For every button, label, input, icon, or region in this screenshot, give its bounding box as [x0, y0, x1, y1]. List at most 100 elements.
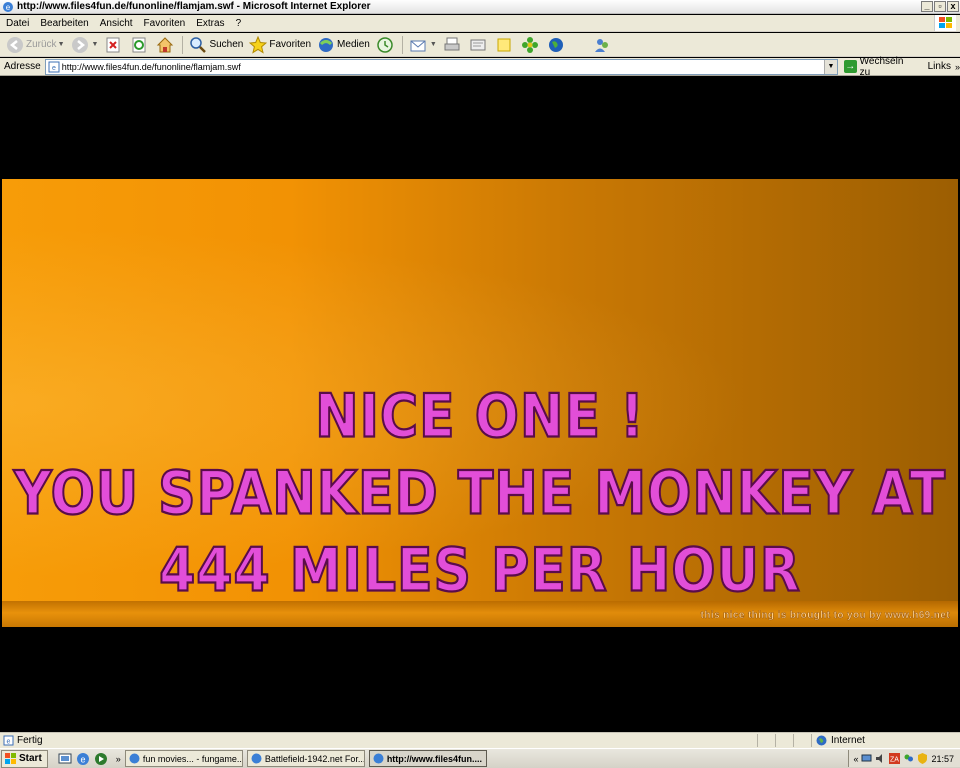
go-arrow-icon: → — [843, 60, 857, 73]
security-zone[interactable]: Internet — [811, 734, 865, 747]
network-users-icon — [594, 38, 608, 52]
links-chevron-icon[interactable]: » — [955, 62, 960, 72]
search-label: Suchen — [209, 39, 244, 50]
svg-text:e: e — [7, 739, 11, 746]
messenger-button[interactable] — [518, 34, 544, 56]
taskbar-button[interactable]: fun movies... - fungame... — [124, 750, 243, 767]
window-controls: _ ▫ x — [921, 1, 959, 12]
page-content: NICE ONE ! YOU SPANKED THE MONKEY AT 444… — [0, 77, 960, 732]
tray-expand-icon[interactable]: « — [853, 754, 858, 764]
history-icon — [377, 36, 393, 53]
discuss-button[interactable] — [492, 34, 518, 56]
title-bar: e http://www.files4fun.de/funonline/flam… — [0, 0, 960, 14]
menu-favorites[interactable]: Favoriten — [144, 18, 186, 29]
ie-window-icon — [129, 753, 140, 764]
security-tray-icon[interactable] — [917, 753, 928, 764]
ie-window-icon — [373, 753, 384, 764]
flash-credit-link[interactable]: this nice thing is brought to you by www… — [700, 610, 950, 621]
media-button[interactable]: Medien — [314, 34, 373, 56]
network-tray-icon[interactable] — [861, 753, 872, 764]
favorites-label: Favoriten — [269, 39, 312, 50]
edit-page-icon — [470, 39, 486, 50]
status-segment — [793, 734, 811, 747]
globe-icon — [548, 37, 563, 52]
status-segment — [757, 734, 775, 747]
clock[interactable]: 21:57 — [931, 754, 954, 764]
mail-dropdown-icon[interactable]: ▼ — [430, 41, 437, 48]
standard-toolbar: Zurück ▼ ▼ Suchen Favoriten Medien ▼ — [0, 33, 960, 57]
page-done-icon: e — [3, 735, 14, 746]
minimize-button[interactable]: _ — [921, 1, 933, 12]
printer-icon — [444, 37, 460, 50]
edit-button[interactable] — [466, 34, 492, 56]
favorites-button[interactable]: Favoriten — [246, 34, 314, 56]
zone-label: Internet — [831, 735, 865, 746]
menu-view[interactable]: Ansicht — [100, 18, 133, 29]
forward-dropdown-icon[interactable]: ▼ — [92, 41, 99, 48]
task-label: Battlefield-1942.net For... — [264, 753, 365, 764]
flash-message-line-3: 444 MILES PER HOUR — [158, 535, 801, 606]
start-button[interactable]: Start — [1, 749, 48, 768]
go-label: Wechseln zu — [859, 55, 904, 78]
svg-text:e: e — [6, 3, 11, 12]
go-button[interactable]: → Wechseln zu — [843, 55, 916, 78]
links-label[interactable]: Links — [928, 61, 951, 72]
refresh-button[interactable] — [127, 34, 153, 56]
stop-button[interactable] — [101, 34, 127, 56]
address-dropdown-icon[interactable]: ▼ — [823, 59, 837, 74]
menu-help[interactable]: ? — [236, 18, 242, 29]
taskbar-button[interactable]: Battlefield-1942.net For... — [246, 750, 365, 767]
svg-text:ZA: ZA — [890, 757, 899, 764]
home-icon — [157, 36, 174, 52]
media-player-icon[interactable] — [94, 752, 108, 766]
print-button[interactable] — [440, 34, 466, 56]
back-arrow-icon — [7, 36, 23, 53]
internet-globe-icon — [816, 735, 827, 746]
taskbar: Start e » fun movies... - fungame... Bat… — [0, 748, 960, 768]
star-icon — [249, 35, 268, 54]
close-button[interactable]: x — [947, 1, 959, 12]
start-label: Start — [19, 753, 42, 764]
media-icon — [319, 37, 334, 52]
back-label: Zurück — [26, 39, 57, 50]
firewall-tray-icon[interactable]: ZA — [889, 753, 901, 764]
menu-file[interactable]: Datei — [6, 18, 29, 29]
address-input[interactable]: e http://www.files4fun.de/funonline/flam… — [44, 58, 838, 75]
show-desktop-icon[interactable] — [58, 752, 72, 766]
home-button[interactable] — [153, 34, 179, 56]
menu-edit[interactable]: Bearbeiten — [40, 18, 88, 29]
page-icon: e — [48, 61, 60, 72]
forward-button[interactable]: ▼ — [68, 34, 102, 56]
windows-logo-icon — [934, 15, 956, 31]
mail-button[interactable]: ▼ — [406, 34, 440, 56]
svg-text:e: e — [80, 754, 85, 764]
search-button[interactable]: Suchen — [186, 34, 246, 56]
network-button[interactable] — [590, 34, 616, 56]
restore-button[interactable]: ▫ — [934, 1, 946, 12]
volume-tray-icon[interactable] — [875, 753, 886, 764]
address-bar: Adresse e http://www.files4fun.de/funonl… — [0, 55, 960, 78]
taskbar-button-active[interactable]: http://www.files4fun.... — [368, 750, 487, 767]
messenger-tray-icon[interactable] — [903, 753, 914, 764]
status-bar: e Fertig Internet — [0, 732, 960, 748]
back-dropdown-icon[interactable]: ▼ — [58, 41, 65, 48]
note-icon — [497, 38, 511, 51]
windows-flag-icon — [5, 752, 16, 764]
status-text: Fertig — [17, 735, 43, 746]
flash-movie[interactable]: NICE ONE ! YOU SPANKED THE MONKEY AT 444… — [2, 179, 958, 627]
back-button[interactable]: Zurück ▼ — [3, 34, 68, 56]
task-label: http://www.files4fun.... — [386, 753, 482, 764]
forward-arrow-icon — [71, 36, 88, 53]
ie-window-icon — [251, 753, 262, 764]
system-tray: « ZA 21:57 — [848, 750, 960, 767]
status-segment — [775, 734, 793, 747]
svg-text:e: e — [52, 65, 56, 72]
ie-quicklaunch-icon[interactable]: e — [76, 752, 90, 766]
stop-icon — [106, 37, 120, 52]
search-icon — [190, 36, 207, 53]
refresh-icon — [132, 37, 146, 52]
history-button[interactable] — [373, 34, 399, 56]
globe-button[interactable] — [544, 34, 570, 56]
menu-tools[interactable]: Extras — [196, 18, 224, 29]
quick-launch-more-icon[interactable]: » — [116, 754, 121, 764]
